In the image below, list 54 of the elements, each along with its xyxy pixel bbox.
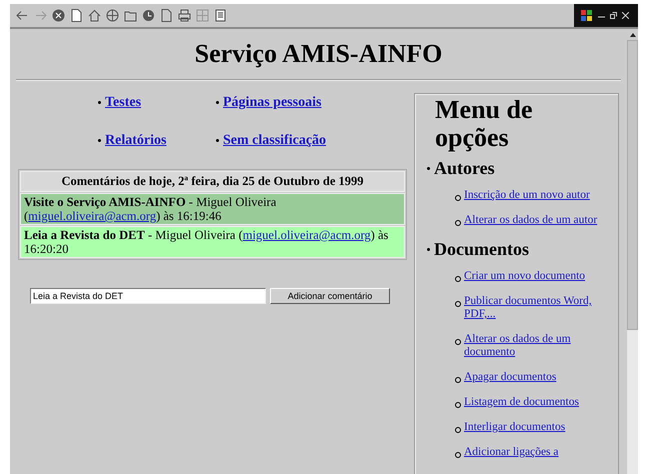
- bullet-icon: [455, 301, 461, 307]
- bullet-icon: [455, 220, 461, 226]
- globe-icon[interactable]: [106, 9, 119, 22]
- category-link[interactable]: Sem classificação: [223, 133, 326, 148]
- menu-link[interactable]: Inscrição de um novo autor: [464, 189, 590, 202]
- table-header: Comentários de hoje, 2ª feira, dia 25 de Outubro de 1999: [20, 171, 405, 192]
- history-icon[interactable]: [142, 9, 155, 22]
- folder-icon[interactable]: [124, 9, 137, 22]
- comment-row: Visite o Serviço AMIS-AINFO - Miguel Oliveira (miguel.oliveira@acm.org) às 16:19:46: [20, 193, 405, 225]
- bullet-icon: [216, 101, 219, 104]
- menu-link[interactable]: Apagar documentos: [464, 371, 556, 384]
- page-title: Serviço AMIS-AINFO: [194, 38, 444, 70]
- menu-link[interactable]: Criar um novo documento: [464, 270, 586, 283]
- bullet-icon: [455, 339, 461, 345]
- category-link[interactable]: Relatórios: [105, 133, 166, 148]
- bullet-icon: [427, 248, 430, 251]
- add-comment-button[interactable]: Adicionar comentário: [270, 288, 390, 304]
- bullet-icon: [455, 402, 461, 408]
- menu-title: Menu de opções: [435, 96, 534, 152]
- menu-link[interactable]: Publicar documentos Word, PDF,...: [464, 295, 610, 321]
- menu-link[interactable]: Adicionar ligações a: [464, 446, 559, 459]
- email-link[interactable]: miguel.oliveira@acm.org: [242, 228, 371, 242]
- scrollbar-thumb[interactable]: [627, 40, 638, 330]
- printer-icon[interactable]: [178, 9, 191, 22]
- bullet-icon: [455, 427, 461, 433]
- scroll-up-icon[interactable]: [630, 32, 636, 36]
- bullet-icon: [455, 276, 461, 282]
- bullet-icon: [455, 195, 461, 201]
- email-link[interactable]: miguel.oliveira@acm.org: [28, 209, 156, 223]
- document-icon[interactable]: [160, 9, 173, 22]
- comment-row: Leia a Revista do DET - Miguel Oliveira (miguel.oliveira@acm.org) às 16:20:20: [20, 226, 405, 258]
- section-heading: Documentos: [434, 239, 529, 260]
- comment-input-field[interactable]: Leia a Revista do DET: [30, 288, 266, 304]
- windows-logo-icon[interactable]: [580, 9, 593, 22]
- bullet-icon: [216, 139, 219, 142]
- bullet-icon: [455, 377, 461, 383]
- menu-link[interactable]: Interligar documentos: [464, 421, 566, 434]
- home-icon[interactable]: [88, 9, 101, 22]
- bullet-icon: [98, 101, 101, 104]
- section-heading: Autores: [434, 158, 495, 179]
- back-arrow-icon[interactable]: [16, 9, 29, 22]
- close-icon[interactable]: [622, 12, 629, 19]
- menu-link[interactable]: Alterar os dados de um autor: [464, 214, 598, 227]
- bullet-icon: [98, 139, 101, 142]
- bullet-icon: [455, 452, 461, 458]
- note-icon[interactable]: [214, 9, 227, 22]
- category-link[interactable]: Testes: [105, 95, 142, 110]
- category-link[interactable]: Páginas pessoais: [223, 95, 322, 110]
- menu-link[interactable]: Listagem de documentos: [464, 396, 579, 409]
- restore-icon[interactable]: [610, 12, 617, 19]
- menu-link[interactable]: Alterar os dados de um documento: [464, 333, 610, 359]
- stop-icon[interactable]: [52, 9, 65, 22]
- page-icon[interactable]: [70, 9, 83, 22]
- bullet-icon: [427, 167, 430, 170]
